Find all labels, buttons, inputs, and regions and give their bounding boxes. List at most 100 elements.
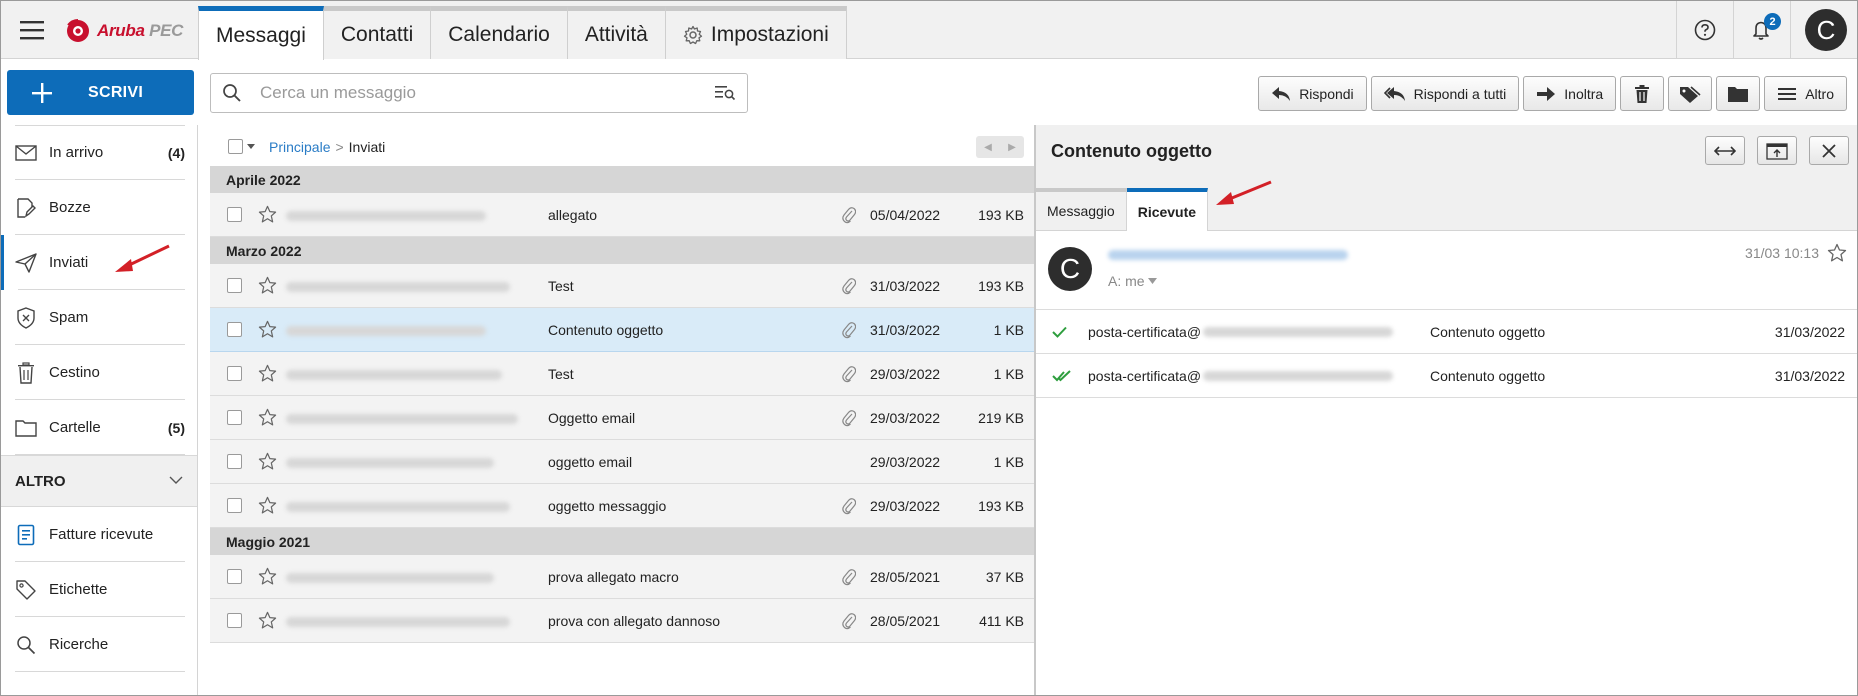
- forward-arrow-icon: [1537, 86, 1556, 101]
- tab-label: Attività: [584, 23, 648, 46]
- sidebar-item-label: Ricerche: [49, 636, 109, 653]
- horizontal-expand-icon: [1714, 145, 1736, 156]
- select-all-checkbox[interactable]: [228, 139, 243, 154]
- paperclip-icon: [842, 206, 856, 223]
- sidebar-item-in-arrivo[interactable]: In arrivo (4): [1, 125, 197, 180]
- tab-ricevute[interactable]: Ricevute: [1126, 188, 1209, 231]
- receipt-row[interactable]: posta-certificata@ Contenuto oggetto 31/03…: [1036, 354, 1857, 398]
- message-size: 37 KB: [985, 568, 1024, 585]
- tab-impostazioni[interactable]: Impostazioni: [665, 6, 847, 59]
- expand-width-button[interactable]: [1705, 136, 1745, 165]
- user-avatar[interactable]: C: [1805, 9, 1847, 51]
- star-button[interactable]: [258, 276, 277, 295]
- message-row[interactable]: oggetto email 29/03/2022 1 KB: [210, 440, 1034, 484]
- star-icon: [1827, 243, 1847, 262]
- receipt-sender-prefix: posta-certificata@: [1088, 323, 1202, 340]
- message-checkbox[interactable]: [227, 498, 242, 513]
- message-checkbox[interactable]: [227, 207, 242, 222]
- forward-button[interactable]: Inoltra: [1523, 76, 1617, 111]
- aruba-pec-logo[interactable]: Aruba PEC: [65, 17, 183, 45]
- reply-button[interactable]: Rispondi: [1258, 76, 1367, 111]
- close-reading-pane-button[interactable]: [1809, 136, 1849, 165]
- message-checkbox[interactable]: [227, 613, 242, 628]
- star-button[interactable]: [258, 496, 277, 515]
- recipient-redacted: [286, 323, 536, 337]
- sidebar-item-bozze[interactable]: Bozze: [1, 180, 197, 235]
- star-button[interactable]: [258, 611, 277, 630]
- prev-page-icon[interactable]: ◀: [984, 142, 992, 153]
- message-checkbox[interactable]: [227, 322, 242, 337]
- message-row[interactable]: Test 29/03/2022 1 KB: [210, 352, 1034, 396]
- message-checkbox[interactable]: [227, 569, 242, 584]
- sidebar-item-cartelle[interactable]: Cartelle (5): [1, 400, 197, 455]
- message-row[interactable]: Contenuto oggetto 31/03/2022 1 KB: [210, 308, 1034, 352]
- advanced-search-icon[interactable]: [714, 84, 736, 102]
- tab-messaggi[interactable]: Messaggi: [198, 6, 324, 60]
- sidebar-item-fatture-ricevute[interactable]: Fatture ricevute: [1, 507, 197, 562]
- star-button[interactable]: [258, 364, 277, 383]
- message-row[interactable]: Test 31/03/2022 193 KB: [210, 264, 1034, 308]
- message-row[interactable]: allegato 05/04/2022 193 KB: [210, 193, 1034, 237]
- message-list: Principale > Inviati ◀ ▶ Aprile 2022 allega…: [210, 127, 1034, 695]
- receipt-row[interactable]: posta-certificata@ Contenuto oggetto 31/03…: [1036, 310, 1857, 354]
- search-input[interactable]: [260, 83, 680, 103]
- paperclip-icon: [842, 568, 856, 585]
- receipt-subject: Contenuto oggetto: [1430, 367, 1546, 384]
- open-in-window-button[interactable]: [1757, 136, 1797, 165]
- recipient-redacted: [286, 411, 536, 425]
- move-to-folder-button[interactable]: [1716, 76, 1761, 111]
- message-subject: Test: [548, 365, 574, 382]
- caret-down-icon[interactable]: [247, 144, 255, 149]
- more-button[interactable]: Altro: [1764, 76, 1847, 111]
- next-page-icon[interactable]: ▶: [1008, 142, 1016, 153]
- star-button[interactable]: [258, 567, 277, 586]
- star-button[interactable]: [258, 320, 277, 339]
- altro-section-toggle[interactable]: ALTRO: [1, 455, 197, 507]
- breadcrumb-current: Inviati: [348, 138, 386, 155]
- breadcrumb-separator: >: [335, 138, 344, 155]
- reply-all-label: Rispondi a tutti: [1413, 85, 1507, 102]
- popout-icon: [1766, 142, 1788, 160]
- message-checkbox[interactable]: [227, 366, 242, 381]
- paperclip-icon: [842, 612, 856, 629]
- attachment-indicator: [842, 612, 856, 630]
- message-row[interactable]: oggetto messaggio 29/03/2022 193 KB: [210, 484, 1034, 528]
- tab-messaggio[interactable]: Messaggio: [1036, 188, 1127, 230]
- reply-all-button[interactable]: Rispondi a tutti: [1370, 76, 1520, 111]
- tab-label: Messaggi: [216, 23, 306, 47]
- sidebar-item-spam[interactable]: Spam: [1, 290, 197, 345]
- tab-calendario[interactable]: Calendario: [431, 6, 568, 59]
- sidebar-item-ricerche[interactable]: Ricerche: [1, 617, 197, 672]
- star-button[interactable]: [258, 452, 277, 471]
- message-checkbox[interactable]: [227, 410, 242, 425]
- star-button[interactable]: [258, 408, 277, 427]
- sender-address-redacted[interactable]: [1108, 247, 1348, 261]
- breadcrumb-link-principale[interactable]: Principale: [269, 139, 330, 155]
- reply-all-icon: [1383, 86, 1405, 101]
- receipt-date: 31/03/2022: [1774, 367, 1845, 384]
- attachment-indicator: [842, 497, 856, 515]
- tab-attivita[interactable]: Attività: [567, 6, 666, 59]
- tab-contatti[interactable]: Contatti: [323, 6, 432, 59]
- sidebar-item-cestino[interactable]: Cestino: [1, 345, 197, 400]
- sidebar-item-etichette[interactable]: Etichette: [1, 562, 197, 617]
- message-row[interactable]: Oggetto email 29/03/2022 219 KB: [210, 396, 1034, 440]
- message-checkbox[interactable]: [227, 278, 242, 293]
- help-button[interactable]: [1677, 1, 1733, 59]
- folder-icon: [15, 419, 37, 437]
- star-button[interactable]: [1827, 243, 1847, 263]
- message-row[interactable]: prova con allegato dannoso 28/05/2021 411 …: [210, 599, 1034, 643]
- message-subject: oggetto messaggio: [548, 497, 667, 514]
- sidebar-item-label: In arrivo: [49, 144, 104, 161]
- label-button[interactable]: [1668, 76, 1713, 111]
- compose-button[interactable]: SCRIVI: [7, 70, 194, 115]
- star-button[interactable]: [258, 205, 277, 224]
- attachment-indicator: [842, 277, 856, 295]
- notifications-button[interactable]: 2: [1734, 1, 1790, 59]
- more-label: Altro: [1805, 85, 1834, 102]
- recipient-line[interactable]: A: me: [1108, 273, 1157, 289]
- message-row[interactable]: prova allegato macro 28/05/2021 37 KB: [210, 555, 1034, 599]
- hamburger-menu-icon[interactable]: [18, 17, 46, 43]
- delete-button[interactable]: [1620, 76, 1665, 111]
- message-checkbox[interactable]: [227, 454, 242, 469]
